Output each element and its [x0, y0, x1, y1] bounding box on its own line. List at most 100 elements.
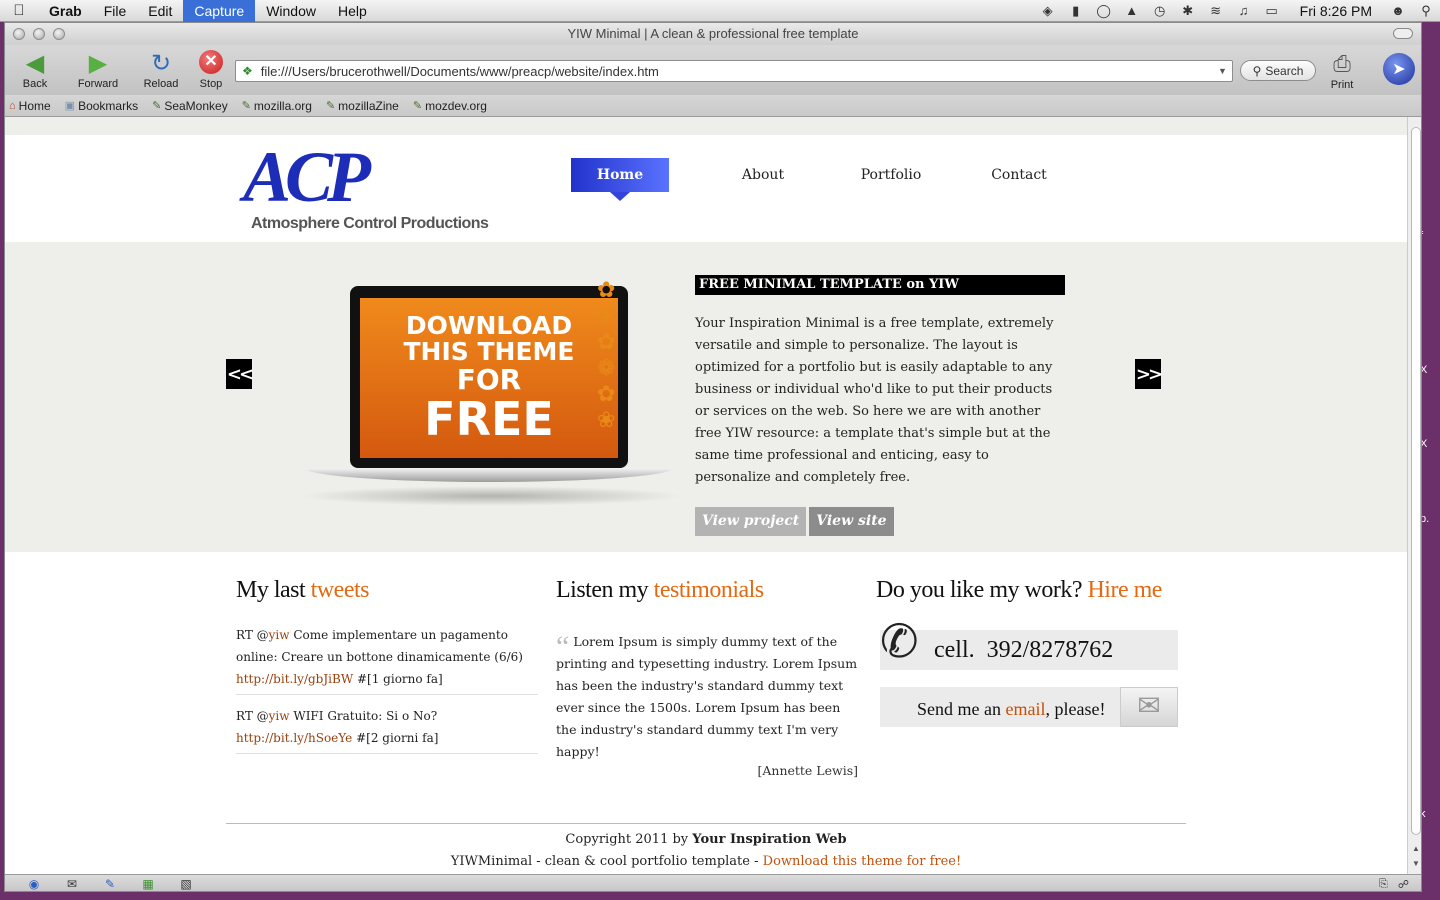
tweet-link[interactable]: http://bit.ly/hSoeYe	[236, 731, 352, 745]
tweet-text: WIFI Gratuito: Si o No?	[289, 709, 438, 723]
menu-window[interactable]: Window	[255, 0, 327, 22]
download-theme-link[interactable]: Download this theme for free!	[763, 854, 962, 869]
promo-line: DOWNLOAD	[405, 310, 573, 340]
reload-button[interactable]: ↻ Reload	[131, 50, 191, 91]
user-icon[interactable]: ☻	[1384, 3, 1412, 18]
wifi-icon[interactable]: ≋	[1202, 3, 1230, 19]
bookmark-seamonkey[interactable]: ✎ SeaMonkey	[152, 99, 228, 113]
bookmark-icon: ✎	[152, 100, 162, 112]
spotlight-search-icon[interactable]: ⚲	[1412, 3, 1440, 19]
slider-next-button[interactable]: >>	[1135, 359, 1163, 389]
close-window-button[interactable]	[13, 28, 25, 40]
toolbar-toggle-button[interactable]	[1393, 28, 1413, 39]
printer-icon: ⎙	[1333, 51, 1351, 76]
stop-button[interactable]: ✕ Stop	[191, 50, 231, 90]
security-lock-icon[interactable]: ☍	[1398, 878, 1409, 891]
composer-icon[interactable]: ✎	[91, 877, 129, 891]
tweet-link[interactable]: http://bit.ly/gbJiBW	[236, 672, 353, 686]
logo-mark: ACP	[243, 137, 371, 217]
heading-accent: Hire me	[1087, 577, 1162, 603]
eject-icon[interactable]: ▲	[1118, 3, 1146, 18]
copyright-owner: Your Inspiration Web	[692, 832, 847, 847]
quote-mark-icon: “	[556, 630, 570, 663]
bookmark-home[interactable]: ⌂ Home	[9, 99, 51, 113]
minimize-window-button[interactable]	[33, 28, 45, 40]
envelope-icon: ✉	[1120, 687, 1178, 727]
bookmark-mozillazine[interactable]: ✎ mozillaZine	[326, 99, 399, 113]
copyright-text: Copyright 2011 by	[565, 832, 693, 847]
scroll-down-arrow-icon[interactable]: ▼	[1408, 859, 1421, 868]
url-history-dropdown-icon[interactable]: ▼	[1218, 66, 1232, 76]
time-machine-icon[interactable]: ◷	[1146, 3, 1174, 19]
bookmark-mozilla-org[interactable]: ✎ mozilla.org	[242, 99, 312, 113]
tweet-prefix: RT @	[236, 628, 269, 642]
tweet-user-link[interactable]: yiw	[269, 628, 290, 642]
bookmark-bookmarks-folder[interactable]: ▣ Bookmarks	[65, 99, 138, 113]
main-nav: Home About Portfolio Contact	[571, 158, 1083, 201]
menu-app-grab[interactable]: Grab	[38, 0, 93, 22]
quote-text: Lorem Ipsum is simply dummy text of the …	[556, 634, 858, 759]
battery-icon[interactable]: ▭	[1258, 3, 1286, 19]
battery-app-icon[interactable]: ▮	[1062, 3, 1090, 19]
apple-menu-icon[interactable]: 	[0, 2, 38, 19]
vertical-scrollbar[interactable]: ▲ ▼	[1407, 117, 1421, 874]
slide-content: FREE MINIMAL TEMPLATE on YIW Your Inspir…	[695, 275, 1065, 536]
back-button[interactable]: ◀ Back	[5, 50, 65, 91]
nav-portfolio[interactable]: Portfolio	[827, 158, 955, 192]
bookmark-icon: ✎	[412, 100, 423, 112]
online-status-icon[interactable]: ⎘	[1379, 878, 1388, 891]
phone-box: ✆ cell. 392/8278762	[880, 616, 1178, 670]
dropbox-icon[interactable]: ◈	[1034, 3, 1062, 19]
drive-icon[interactable]: ◯	[1090, 3, 1118, 19]
address-book-icon[interactable]: ▦	[129, 877, 167, 891]
menubar-clock[interactable]: Fri 8:26 PM	[1286, 3, 1384, 19]
nav-contact[interactable]: Contact	[955, 158, 1083, 192]
nav-about[interactable]: About	[699, 158, 827, 192]
seamonkey-throbber-icon[interactable]: ➤	[1383, 53, 1415, 85]
stop-icon: ✕	[199, 50, 223, 74]
scroll-up-arrow-icon[interactable]: ▲	[1408, 844, 1421, 853]
email-link[interactable]: email	[1005, 699, 1045, 719]
logo-subtitle: Atmosphere Control Productions	[251, 215, 489, 232]
slider-prev-button[interactable]: <<	[226, 359, 254, 389]
url-input[interactable]: ❖ file:///Users/brucerothwell/Documents/…	[235, 60, 1233, 82]
menu-edit[interactable]: Edit	[137, 0, 183, 22]
site-logo[interactable]: ACP Atmosphere Control Productions	[237, 137, 489, 243]
slide-description: Your Inspiration Minimal is a free templ…	[695, 316, 1054, 485]
bookmark-mozdev-org[interactable]: ✎ mozdev.org	[413, 99, 487, 113]
view-project-button[interactable]: View project	[695, 507, 807, 536]
page-viewport[interactable]: ACP Atmosphere Control Productions Home …	[5, 117, 1407, 874]
scrollbar-thumb[interactable]	[1411, 127, 1421, 835]
menu-file[interactable]: File	[93, 0, 138, 22]
hire-heading: Do you like my work? Hire me	[876, 577, 1178, 604]
bookmarks-bar: ⌂ Home ▣ Bookmarks ✎ SeaMonkey ✎ mozilla.org…	[5, 95, 1421, 117]
print-button[interactable]: ⎙ Print	[1320, 49, 1364, 91]
website: ACP Atmosphere Control Productions Home …	[5, 117, 1407, 874]
footer-divider	[226, 823, 1186, 824]
status-bar: ◉ ✉ ✎ ▦ ▧ ⎘ ☍	[5, 874, 1421, 891]
page-favicon-icon: ❖	[242, 64, 253, 78]
menu-help[interactable]: Help	[327, 0, 378, 22]
email-box[interactable]: Send me an email, please! ✉	[880, 687, 1178, 727]
search-button[interactable]: ⚲ Search	[1240, 60, 1316, 81]
folder-icon: ▣	[64, 100, 76, 112]
nav-home[interactable]: Home	[571, 158, 669, 201]
tweet-user-link[interactable]: yiw	[269, 709, 290, 723]
testimonial-quote: “Lorem Ipsum is simply dummy text of the…	[556, 626, 858, 763]
menubar:  Grab File Edit Capture Window Help ◈ ▮…	[0, 0, 1440, 22]
navigator-icon[interactable]: ◉	[15, 877, 53, 891]
back-label: Back	[22, 78, 48, 90]
volume-icon[interactable]: ♫	[1230, 3, 1258, 18]
view-site-button[interactable]: View site	[809, 507, 894, 536]
email-text: Send me an	[917, 699, 1006, 719]
zoom-window-button[interactable]	[53, 28, 65, 40]
bluetooth-icon[interactable]: ✱	[1174, 3, 1202, 19]
back-arrow-icon: ◀	[25, 50, 45, 77]
slide-buttons: View project View site	[695, 507, 1065, 536]
mail-icon[interactable]: ✉	[53, 877, 91, 891]
irc-chat-icon[interactable]: ▧	[167, 877, 205, 891]
forward-button[interactable]: ▶ Forward	[65, 50, 131, 91]
heading-accent: testimonials	[653, 577, 765, 603]
reload-icon: ↻	[150, 50, 172, 77]
menu-capture[interactable]: Capture	[183, 0, 256, 22]
